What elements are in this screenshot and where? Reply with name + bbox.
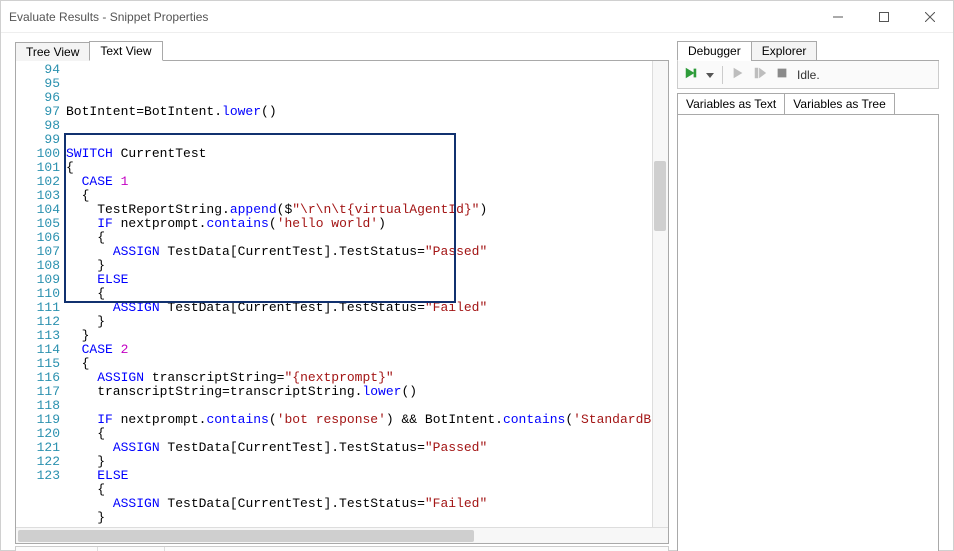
- tab-text-view[interactable]: Text View: [89, 41, 162, 61]
- code-line: transcriptString=transcriptString.lower(…: [66, 385, 668, 399]
- code-line: {: [66, 483, 668, 497]
- code-line: {: [66, 357, 668, 371]
- code-line: }: [66, 315, 668, 329]
- code-line: ASSIGN TestData[CurrentTest].TestStatus=…: [66, 497, 668, 511]
- toolbar-separator: [722, 66, 723, 84]
- code-line: [66, 119, 668, 133]
- code-line: IF nextprompt.contains('bot response') &…: [66, 413, 668, 427]
- line-number-gutter: 9495969798991001011021031041051061071081…: [16, 61, 64, 527]
- code-line: CASE 2: [66, 343, 668, 357]
- vertical-scrollbar[interactable]: [652, 61, 668, 527]
- code-line: }: [66, 259, 668, 273]
- right-pane: Debugger Explorer Idle. Variables as Tex…: [677, 39, 939, 551]
- window-title: Evaluate Results - Snippet Properties: [9, 10, 815, 24]
- code-line: TestReportString.append($"\r\n\t{virtual…: [66, 203, 668, 217]
- code-line: ELSE: [66, 273, 668, 287]
- horizontal-scrollbar-thumb[interactable]: [18, 530, 474, 542]
- code-text[interactable]: BotIntent=BotIntent.lower() SWITCH Curren…: [64, 61, 668, 527]
- code-line: {: [66, 287, 668, 301]
- debug-start-icon[interactable]: [684, 66, 698, 83]
- tab-variables-text[interactable]: Variables as Text: [677, 93, 785, 115]
- code-line: BotIntent=BotIntent.lower(): [66, 105, 668, 119]
- code-area[interactable]: 9495969798991001011021031041051061071081…: [16, 61, 668, 527]
- variables-tabstrip: Variables as Text Variables as Tree: [677, 93, 939, 115]
- code-line: CASE 1: [66, 175, 668, 189]
- main-split: Tree View Text View 94959697989910010110…: [15, 39, 939, 551]
- editor: 9495969798991001011021031041051061071081…: [15, 61, 669, 544]
- code-line: }: [66, 455, 668, 469]
- debug-step-icon[interactable]: [753, 66, 767, 83]
- code-line: ASSIGN TestData[CurrentTest].TestStatus=…: [66, 441, 668, 455]
- code-line: }: [66, 511, 668, 525]
- code-line: ASSIGN transcriptString="{nextprompt}": [66, 371, 668, 385]
- code-line: SWITCH CurrentTest: [66, 147, 668, 161]
- vertical-scrollbar-thumb[interactable]: [654, 161, 666, 231]
- code-line: {: [66, 427, 668, 441]
- code-line: ASSIGN TestData[CurrentTest].TestStatus=…: [66, 245, 668, 259]
- titlebar: Evaluate Results - Snippet Properties: [1, 1, 953, 33]
- close-button[interactable]: [907, 1, 953, 33]
- code-line: IF nextprompt.contains('hello world'): [66, 217, 668, 231]
- code-line: ASSIGN TestData[CurrentTest].TestStatus=…: [66, 301, 668, 315]
- code-line: [66, 399, 668, 413]
- minimize-button[interactable]: [815, 1, 861, 33]
- dialog-body: Tree View Text View 94959697989910010110…: [1, 33, 953, 551]
- window: Evaluate Results - Snippet Properties Tr…: [0, 0, 954, 551]
- code-line: {: [66, 189, 668, 203]
- debugger-toolbar: Idle.: [677, 61, 939, 89]
- debug-continue-icon[interactable]: [731, 66, 745, 83]
- debugger-status: Idle.: [797, 68, 820, 82]
- right-tabstrip: Debugger Explorer: [677, 39, 939, 61]
- code-line: {: [66, 161, 668, 175]
- variables-panel[interactable]: [677, 114, 939, 551]
- tab-explorer[interactable]: Explorer: [751, 41, 818, 61]
- code-line: [66, 133, 668, 147]
- code-line: ELSE: [66, 469, 668, 483]
- window-buttons: [815, 1, 953, 33]
- tab-variables-tree[interactable]: Variables as Tree: [784, 93, 895, 115]
- code-line: }: [66, 329, 668, 343]
- editor-statusbar: LINE: 199 COL: 6 </> </>: [15, 546, 669, 551]
- code-line: {: [66, 231, 668, 245]
- debug-stop-icon[interactable]: [775, 66, 789, 83]
- dropdown-arrow-icon[interactable]: [706, 68, 714, 82]
- left-pane: Tree View Text View 94959697989910010110…: [15, 39, 669, 551]
- status-line: LINE: 199: [16, 547, 98, 551]
- status-col: COL: 6: [98, 547, 165, 551]
- editor-tabstrip: Tree View Text View: [15, 39, 669, 61]
- horizontal-scrollbar[interactable]: [16, 527, 668, 543]
- maximize-button[interactable]: [861, 1, 907, 33]
- tab-tree-view[interactable]: Tree View: [15, 42, 90, 61]
- tab-debugger[interactable]: Debugger: [677, 41, 752, 61]
